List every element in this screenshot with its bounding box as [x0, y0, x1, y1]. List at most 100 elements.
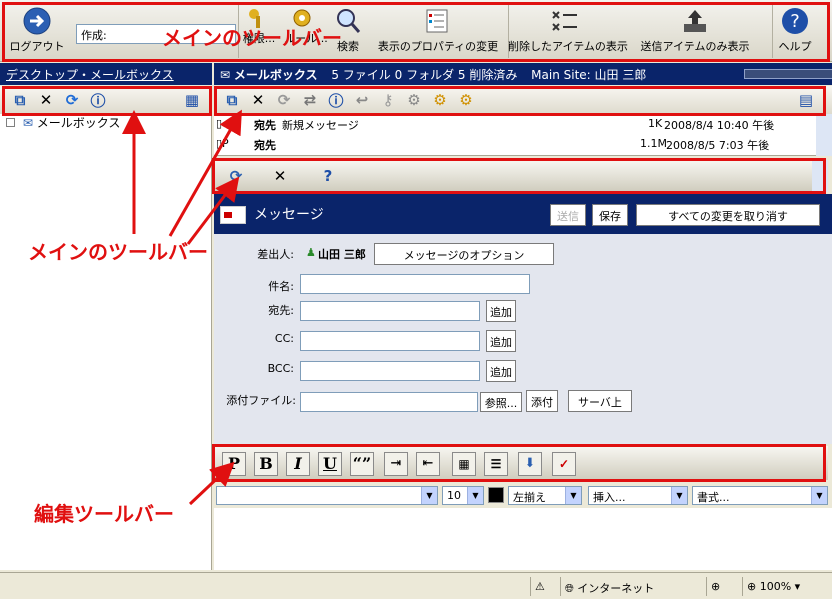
app-window: ログアウト 作成: 権限... ルール... 検索 表示のプロパティの変更 削除…	[0, 0, 832, 599]
gear-icon[interactable]: ⚙	[404, 90, 424, 110]
compose-title: メッセージ	[254, 207, 324, 223]
attach-button[interactable]: 添付	[526, 390, 558, 412]
message-options-button[interactable]: メッセージのオプション	[374, 243, 554, 265]
add-cc-button[interactable]: 追加	[486, 330, 516, 352]
status-bar: ⚠ 🌐︎ インターネット ⊕ ⊕ 100% ▾	[0, 572, 832, 599]
quote-button[interactable]: “”	[350, 452, 374, 476]
spellcheck-icon[interactable]: ✓	[552, 452, 576, 476]
zoom-icon: ⊕	[747, 580, 760, 593]
copy-icon[interactable]: ⧉	[10, 90, 30, 110]
table-icon[interactable]: ▦	[452, 452, 476, 476]
insert-select[interactable]: 挿入... ▼	[588, 486, 688, 505]
main-toolbar: ログアウト 作成: 権限... ルール... 検索 表示のプロパティの変更 削除…	[0, 0, 832, 62]
info-icon[interactable]: ⓘ	[326, 90, 346, 110]
message-size: 1.1M	[640, 137, 667, 150]
help-icon[interactable]: ?	[318, 166, 338, 186]
table-row[interactable]: ▯ 宛先 新規メッセージ 1K 2008/8/4 10:40 午後	[214, 114, 814, 134]
bcc-label: BCC:	[267, 362, 294, 375]
expand-icon[interactable]	[6, 118, 15, 127]
cc-input[interactable]	[300, 331, 480, 351]
font-size-select[interactable]: 10 ▼	[442, 486, 484, 505]
info-icon[interactable]: ⓘ	[88, 90, 108, 110]
left-toolbar: ⧉ ✕ ⟳ ⓘ ▦	[0, 86, 212, 114]
sent-only-button[interactable]: 送信アイテムのみ表示	[620, 6, 770, 54]
font-family-select[interactable]: ▼	[216, 486, 438, 505]
view-properties-button[interactable]: 表示のプロパティの変更	[370, 6, 506, 54]
key-icon[interactable]: ⚷	[378, 90, 398, 110]
message-date: 2008/8/5 7:03 午後	[666, 139, 770, 152]
format-select[interactable]: 書式... ▼	[692, 486, 828, 505]
scrollbar[interactable]	[812, 160, 828, 192]
zoom-control[interactable]: ⊕ 100% ▾	[742, 577, 830, 596]
message-to: 宛先	[254, 119, 276, 132]
refresh-icon[interactable]: ⟳	[62, 90, 82, 110]
copy-icon[interactable]: ⧉	[222, 90, 242, 110]
delete-icon[interactable]: ✕	[36, 90, 56, 110]
scrollbar[interactable]	[816, 114, 832, 156]
envelope-icon	[220, 206, 246, 224]
chevron-down-icon: ▼	[671, 487, 687, 504]
list-icon[interactable]: ☰	[484, 452, 508, 476]
view-toggle-icon[interactable]: ▤	[796, 90, 816, 110]
message-to: 宛先	[254, 139, 276, 152]
align-select[interactable]: 左揃え ▼	[508, 486, 582, 505]
outdent-icon[interactable]: ⇤	[416, 452, 440, 476]
tree-item-mailbox[interactable]: ✉ メールボックス	[6, 114, 120, 131]
subject-label: 件名:	[268, 280, 294, 293]
mailbox-title: メールボックス	[233, 68, 318, 82]
gear-add-icon[interactable]: ⚙	[430, 90, 450, 110]
server-attach-button[interactable]: サーバ上	[568, 390, 632, 412]
paragraph-button[interactable]: P	[222, 452, 246, 476]
progress-bar	[744, 69, 832, 79]
underline-button[interactable]: U	[318, 452, 342, 476]
add-to-button[interactable]: 追加	[486, 300, 516, 322]
reply-icon[interactable]: ↩	[352, 90, 372, 110]
add-bcc-button[interactable]: 追加	[486, 360, 516, 382]
send-button[interactable]: 送信	[550, 204, 586, 226]
browse-button[interactable]: 参照...	[480, 392, 522, 412]
gear-remove-icon[interactable]: ⚙	[456, 90, 476, 110]
message-size: 1K	[648, 117, 663, 130]
color-swatch[interactable]	[488, 487, 504, 503]
delete-icon[interactable]: ✕	[248, 90, 268, 110]
security-icon: ⚠	[530, 577, 560, 596]
panel-toggle-icon[interactable]: ▦	[182, 90, 202, 110]
bcc-input[interactable]	[300, 361, 480, 381]
mailbox-icon: ✉	[220, 68, 234, 82]
close-icon[interactable]: ✕	[270, 166, 290, 186]
mailbox-icon: ✉	[22, 116, 33, 130]
show-deleted-button[interactable]: 削除したアイテムの表示	[508, 6, 628, 54]
message-list: ▯ 宛先 新規メッセージ 1K 2008/8/4 10:40 午後 ▯P 宛先 …	[214, 114, 832, 156]
logout-button[interactable]: ログアウト	[4, 6, 70, 54]
move-icon[interactable]: ⇄	[300, 90, 320, 110]
font-size-value: 10	[447, 489, 461, 502]
discard-button[interactable]: すべての変更を取り消す	[636, 204, 820, 226]
user-icon: ♟	[306, 246, 316, 259]
refresh-icon[interactable]: ⟳	[274, 90, 294, 110]
insert-down-icon[interactable]: ⬇	[518, 452, 542, 476]
format-value: 書式...	[697, 491, 730, 504]
chevron-down-icon: ▼	[565, 487, 581, 504]
bold-button[interactable]: B	[254, 452, 278, 476]
send-receive-icon[interactable]: ⟳	[226, 166, 246, 186]
outbox-icon	[684, 10, 706, 32]
to-input[interactable]	[300, 301, 480, 321]
attachment-input[interactable]	[300, 392, 478, 412]
attachment-label: 添付ファイル:	[226, 394, 296, 407]
help-button[interactable]: ? ヘルプ	[774, 6, 816, 54]
to-label: 宛先:	[268, 304, 294, 317]
cc-label: CC:	[274, 332, 294, 345]
subject-input[interactable]	[300, 274, 530, 294]
indent-icon[interactable]: ⇥	[384, 452, 408, 476]
view-properties-label: 表示のプロパティの変更	[377, 40, 499, 53]
separator	[772, 4, 773, 58]
align-value: 左揃え	[513, 491, 546, 504]
save-button[interactable]: 保存	[592, 204, 628, 226]
table-row[interactable]: ▯P 宛先 1.1M 2008/8/5 7:03 午後	[214, 134, 814, 154]
compose-form: メッセージ 送信 保存 すべての変更を取り消す 差出人: ♟ 山田 三郎 メッセ…	[214, 194, 832, 444]
edit-toolbar: P B I U “” ⇥ ⇤ ▦ ☰ ⬇ ✓	[214, 446, 828, 480]
show-deleted-label: 削除したアイテムの表示	[508, 40, 628, 53]
zoom-label: 100%	[759, 580, 792, 593]
message-body-editor[interactable]	[214, 508, 832, 570]
italic-button[interactable]: I	[286, 452, 310, 476]
